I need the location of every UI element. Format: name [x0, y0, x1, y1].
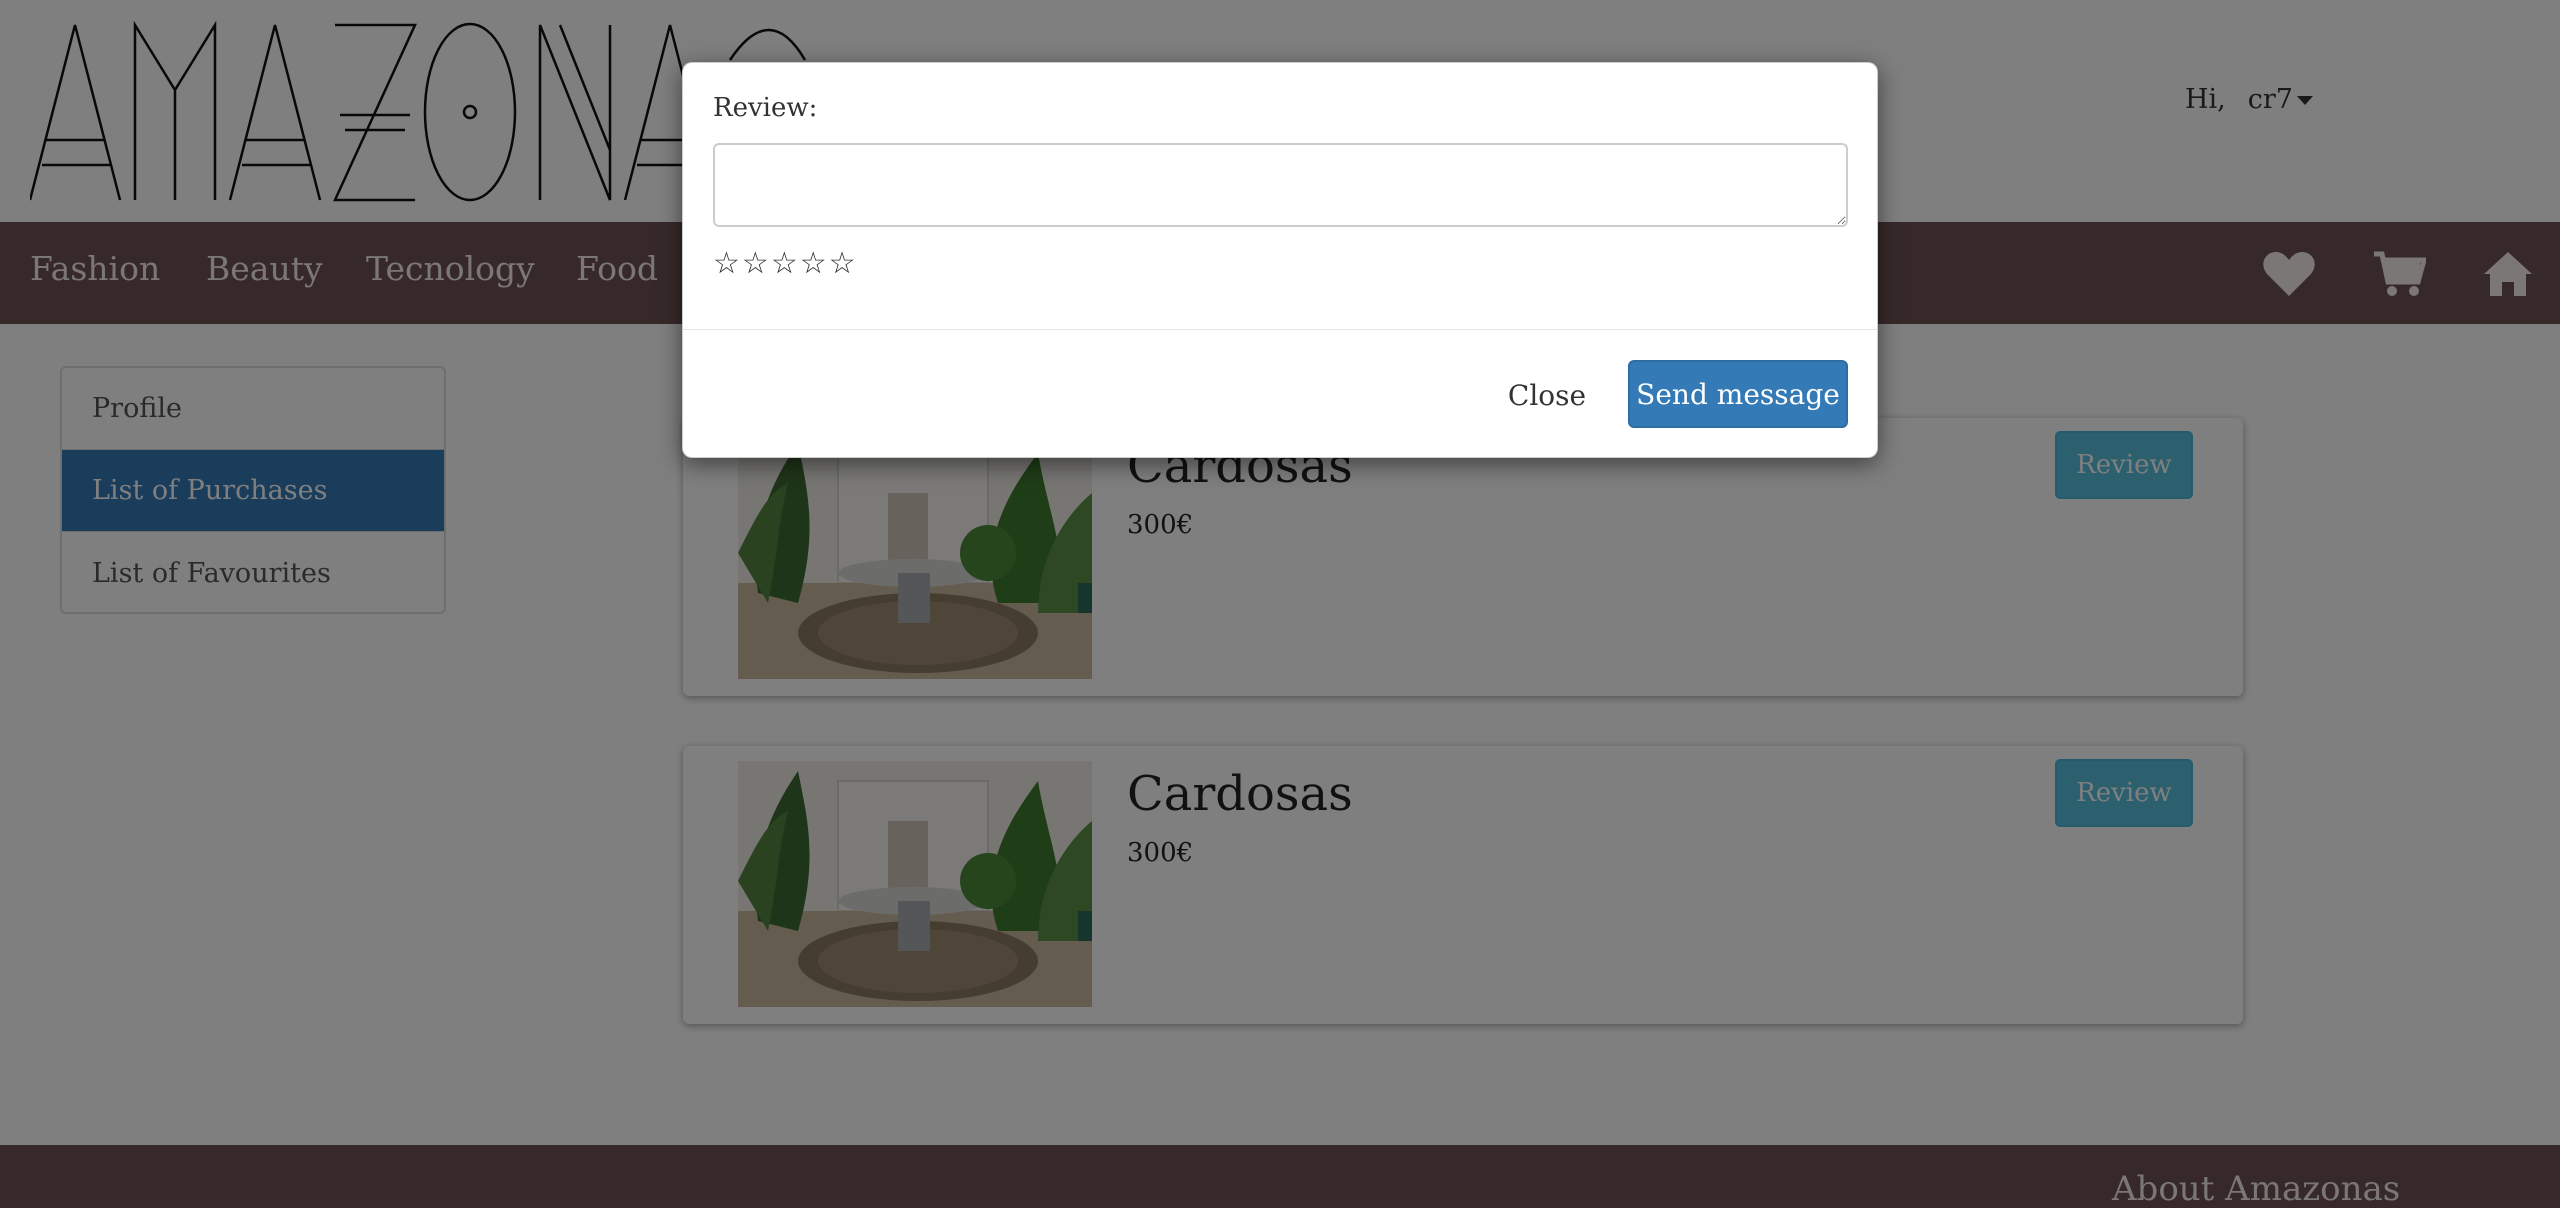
review-textarea[interactable]: [713, 143, 1848, 227]
star-rating[interactable]: ☆ ☆ ☆ ☆ ☆: [713, 249, 856, 279]
star-icon[interactable]: ☆: [771, 249, 798, 279]
close-button[interactable]: Close: [1505, 361, 1589, 429]
star-icon[interactable]: ☆: [800, 249, 827, 279]
star-icon[interactable]: ☆: [829, 249, 856, 279]
modal-divider: [683, 329, 1877, 330]
send-message-button[interactable]: Send message: [1628, 360, 1848, 428]
review-modal: Review: ☆ ☆ ☆ ☆ ☆ Close Send message: [682, 62, 1878, 458]
review-label: Review:: [713, 93, 818, 123]
star-icon[interactable]: ☆: [742, 249, 769, 279]
star-icon[interactable]: ☆: [713, 249, 740, 279]
